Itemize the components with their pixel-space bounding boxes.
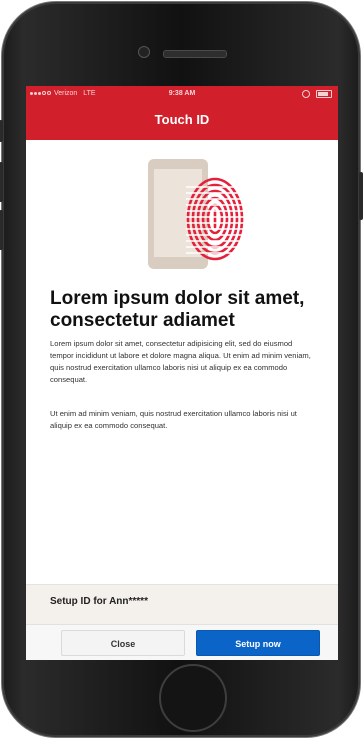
status-bar: Verizon LTE 9:38 AM <box>26 86 338 102</box>
battery-icon <box>316 90 332 98</box>
front-camera-icon <box>138 46 150 58</box>
volume-up-button <box>0 162 3 202</box>
power-button <box>359 172 363 220</box>
phone-with-fingerprint-icon <box>148 159 244 275</box>
status-time: 9:38 AM <box>168 90 196 97</box>
alarm-icon <box>302 90 310 98</box>
mute-switch <box>0 120 3 142</box>
fingerprint-icon <box>186 177 244 261</box>
setup-now-button[interactable]: Setup now <box>196 630 320 656</box>
nav-bar: Touch ID <box>26 102 338 140</box>
earpiece-speaker <box>163 50 227 58</box>
status-right <box>302 86 332 102</box>
headline: Lorem ipsum dolor sit amet, consectetur … <box>50 288 305 331</box>
home-button[interactable] <box>159 664 227 732</box>
body-paragraph-1: Lorem ipsum dolor sit amet, consectetur … <box>50 339 311 384</box>
setup-id-label: Setup ID for Ann***** <box>50 596 148 607</box>
app-screen: Verizon LTE 9:38 AM Touch ID Lorem ipsum… <box>26 86 338 660</box>
volume-down-button <box>0 210 3 250</box>
close-button[interactable]: Close <box>61 630 185 656</box>
page-title: Touch ID <box>154 112 210 127</box>
body-paragraph-2: Ut enim ad minim veniam, quis nostrud ex… <box>50 409 297 430</box>
